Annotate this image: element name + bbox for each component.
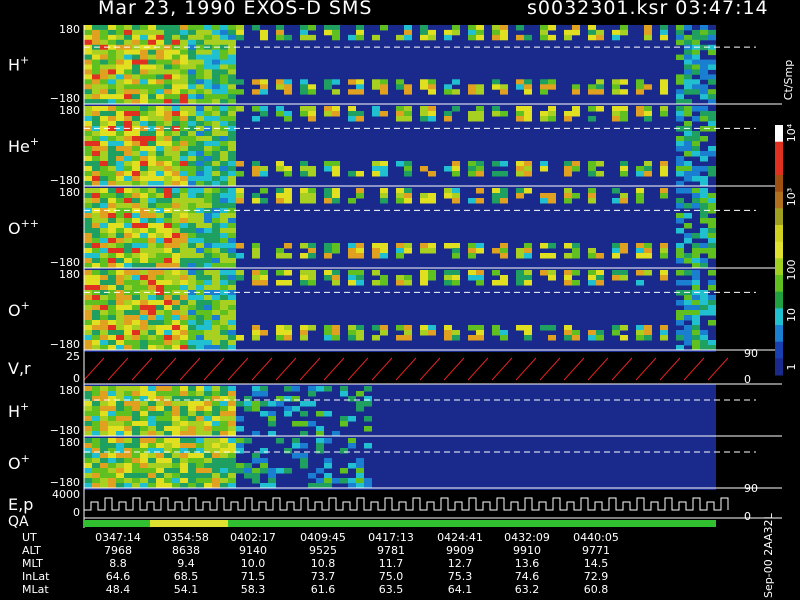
- panel-7-ymin: 0: [73, 506, 80, 519]
- colorbar-segment: [775, 358, 783, 376]
- right-axis-label-1: 0: [744, 373, 751, 386]
- ephem-cell: 0409:45: [300, 531, 346, 544]
- colorbar-segment: [775, 291, 783, 309]
- panel-3-label: O+: [8, 299, 30, 320]
- ephem-cell: 9910: [513, 544, 541, 557]
- colorbar-segment: [775, 275, 783, 293]
- ephem-cell: 73.7: [310, 570, 336, 583]
- ephem-cell: 12.7: [447, 557, 473, 570]
- panel-5-ymax: 180: [59, 384, 80, 397]
- ephem-cell: 14.5: [583, 557, 609, 570]
- ephem-cell: 9771: [582, 544, 610, 557]
- colorbar-segment: [775, 241, 783, 259]
- colorbar-segment: [775, 191, 783, 209]
- ephem-cell: 54.1: [173, 583, 199, 596]
- ephem-cell: 10.0: [240, 557, 266, 570]
- panel-6-ymax: 180: [59, 436, 80, 449]
- ephem-cell: 7968: [104, 544, 132, 557]
- colorbar-tick-3: 10: [785, 308, 798, 322]
- panel-6-label: O+: [8, 452, 30, 473]
- ephem-cell: 9140: [239, 544, 267, 557]
- ephem-cell: 13.6: [514, 557, 540, 570]
- colorbar-segment: [775, 225, 783, 243]
- colorbar-segment: [775, 325, 783, 343]
- ephem-cell: 63.5: [378, 583, 404, 596]
- ephem-cell: 71.5: [240, 570, 266, 583]
- ephem-cell: 58.3: [240, 583, 266, 596]
- ephem-cell: 75.3: [447, 570, 473, 583]
- colorbar-segment: [775, 341, 783, 359]
- panel-1-ymax: 180: [59, 104, 80, 117]
- panel-3-ymax: 180: [59, 268, 80, 281]
- ephem-cell: 9909: [446, 544, 474, 557]
- ephem-cell: 72.9: [583, 570, 609, 583]
- panel-7-bg: [84, 490, 716, 518]
- ephem-cell: 9.4: [177, 557, 195, 570]
- panel-0-label: H+: [8, 54, 29, 75]
- panel-5-label: H+: [8, 400, 29, 421]
- ephem-cell: 74.6: [514, 570, 540, 583]
- colorbar-segment: [775, 141, 783, 159]
- colorbar-tick-0: 10⁴: [785, 123, 798, 142]
- right-axis-label-3: 0: [744, 510, 751, 523]
- ephem-cell: 75.0: [378, 570, 404, 583]
- panel-4-bg: [84, 352, 716, 384]
- ephem-cell: 64.6: [105, 570, 131, 583]
- ephem-cell: 0417:13: [368, 531, 414, 544]
- ephem-cell: 60.8: [583, 583, 609, 596]
- ephem-cell: 9781: [377, 544, 405, 557]
- colorbar-tick-4: 1: [785, 364, 798, 371]
- spectrogram-plot: 180−180H+180−180He+180−180O++180−180O+25…: [8, 23, 798, 598]
- qa-label: QA: [8, 514, 29, 530]
- ephem-cell: 0432:09: [504, 531, 550, 544]
- ephem-cell: 64.1: [447, 583, 473, 596]
- ephem-cell: 0347:14: [95, 531, 141, 544]
- ephem-cell: 48.4: [105, 583, 131, 596]
- qa-segment: [150, 520, 228, 527]
- colorbar-segment: [775, 158, 783, 176]
- ephem-cell: 0354:58: [163, 531, 209, 544]
- ephem-cell: 10.8: [310, 557, 336, 570]
- panel-0-ymax: 180: [59, 23, 80, 36]
- ephem-cell: 0440:05: [573, 531, 619, 544]
- colorbar-segment: [775, 175, 783, 193]
- side-text: Sep-00 2AA32L: [762, 512, 775, 598]
- colorbar-segment: [775, 258, 783, 276]
- ephem-row-label: MLat: [22, 583, 49, 596]
- panel-1-label: He+: [8, 135, 39, 156]
- right-axis-label-2: 90: [744, 482, 758, 495]
- panel-4-label: V,r: [8, 359, 31, 378]
- ephem-cell: 9525: [309, 544, 337, 557]
- ephem-cell: 61.6: [310, 583, 336, 596]
- ephem-row-label: MLT: [22, 557, 43, 570]
- ephem-cell: 11.7: [378, 557, 404, 570]
- ephem-cell: 68.5: [173, 570, 199, 583]
- colorbar-segment: [775, 208, 783, 226]
- colorbar-segment: [775, 125, 783, 143]
- panel-4-ymax: 25: [66, 350, 80, 363]
- right-axis-label-0: 90: [744, 347, 758, 360]
- ephem-row-label: InLat: [22, 570, 50, 583]
- ephem-cell: 63.2: [514, 583, 540, 596]
- panel-2-label: O++: [8, 217, 39, 238]
- colorbar-segment: [775, 308, 783, 326]
- panel-7-ymax: 4000: [52, 488, 80, 501]
- ephem-cell: 8638: [172, 544, 200, 557]
- panel-2-ymax: 180: [59, 186, 80, 199]
- panel-7-label: E,p: [8, 495, 33, 514]
- ephem-row-label: UT: [22, 531, 37, 544]
- ephem-cell: 0424:41: [437, 531, 483, 544]
- colorbar-label: Ct/Smp: [782, 60, 795, 100]
- colorbar-tick-1: 10³: [785, 188, 798, 206]
- colorbar-tick-2: 100: [785, 260, 798, 281]
- ephem-cell: 8.8: [109, 557, 127, 570]
- ephem-cell: 0402:17: [230, 531, 276, 544]
- ephem-row-label: ALT: [22, 544, 41, 557]
